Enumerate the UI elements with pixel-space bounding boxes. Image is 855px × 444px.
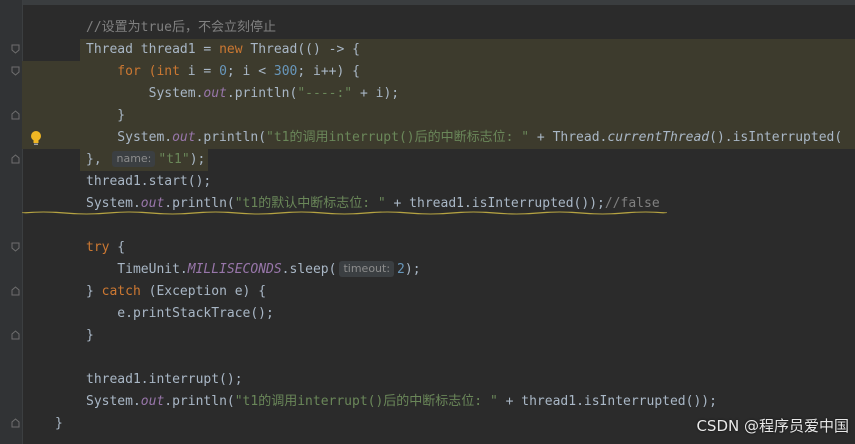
code-token: System.: [86, 394, 141, 409]
code-token: "t1的调用interrupt()后的中断标志位: ": [266, 130, 530, 145]
code-token: }: [86, 108, 126, 123]
code-token: new: [219, 42, 243, 57]
code-line[interactable]: //设置为true后，不会立刻停止: [86, 17, 276, 39]
code-token: //false: [604, 196, 660, 211]
code-token: },: [86, 152, 110, 167]
code-line[interactable]: System.out.println("t1的调用interrupt()后的中断…: [86, 127, 842, 149]
fold-marker-icon[interactable]: [11, 418, 20, 428]
code-token: }: [86, 284, 102, 299]
parameter-hint: name:: [112, 151, 156, 167]
code-token: + thread1.isInterrupted());: [385, 196, 605, 211]
code-token: ; i++) {: [297, 64, 360, 79]
code-line[interactable]: thread1.start();: [86, 171, 211, 193]
code-token: .println(: [164, 394, 235, 409]
fold-marker-icon[interactable]: [11, 286, 20, 296]
code-token: "t1": [158, 152, 190, 167]
code-token: e.printStackTrace();: [86, 306, 274, 321]
fold-marker-icon[interactable]: [11, 242, 20, 252]
code-token: catch: [101, 284, 141, 299]
code-token: "t1的调用interrupt()后的中断标志位: ": [234, 394, 498, 409]
code-token: + i);: [352, 86, 400, 101]
fold-marker-icon[interactable]: [11, 44, 20, 54]
code-token: (Exception e) {: [140, 284, 267, 299]
code-line[interactable]: } catch (Exception e) {: [86, 281, 266, 303]
code-editor[interactable]: //设置为true后，不会立刻停止 Thread thread1 = new Th…: [0, 0, 855, 444]
editor-top-strip: [0, 0, 855, 5]
code-token: "----:": [297, 86, 353, 101]
code-token: TimeUnit.: [86, 262, 188, 277]
code-line[interactable]: System.out.println("----:" + i);: [86, 83, 400, 105]
code-token: out: [140, 196, 165, 211]
code-line[interactable]: }, name: "t1");: [86, 149, 205, 171]
code-token: out: [172, 130, 196, 145]
code-token: .sleep(: [281, 262, 337, 277]
lightbulb-icon[interactable]: [29, 130, 43, 146]
code-token: try: [86, 240, 110, 255]
code-token: MILLISECONDS: [187, 262, 282, 277]
code-token: ().isInterrupted(: [709, 130, 843, 145]
code-token: Thread thread1 =: [86, 42, 220, 57]
code-token: .println(: [164, 196, 235, 211]
closing-brace: }: [55, 416, 63, 431]
warning-squiggle: [22, 211, 667, 215]
code-token: );: [189, 152, 206, 167]
parameter-hint: timeout:: [339, 261, 395, 277]
code-token: currentThread: [607, 130, 710, 145]
code-line[interactable]: for (int i = 0; i < 300; i++) {: [86, 61, 360, 83]
code-token: }: [86, 328, 94, 343]
fold-marker-icon[interactable]: [11, 330, 20, 340]
code-token: .println(: [195, 130, 267, 145]
code-token: out: [140, 394, 165, 409]
code-token: for (: [86, 64, 157, 79]
code-token: ; i <: [226, 64, 274, 79]
code-token: );: [404, 262, 421, 277]
code-token: + thread1.isInterrupted());: [497, 394, 717, 409]
code-token: //设置为true后，不会立刻停止: [86, 20, 276, 35]
code-token: + Thread.: [529, 130, 608, 145]
code-line[interactable]: Thread thread1 = new Thread(() -> {: [86, 39, 360, 61]
code-token: 2: [397, 262, 405, 277]
watermark: CSDN @程序员爱中国: [696, 417, 849, 435]
code-token: out: [203, 86, 227, 101]
code-line[interactable]: try {: [86, 237, 125, 259]
code-token: int: [156, 64, 188, 79]
code-token: Thread(() -> {: [242, 42, 360, 57]
code-line[interactable]: thread1.interrupt();: [86, 369, 243, 391]
fold-marker-icon[interactable]: [11, 154, 20, 164]
code-token: 0: [219, 64, 227, 79]
code-line[interactable]: System.out.println("t1的调用interrupt()后的中断…: [86, 391, 717, 413]
code-token: thread1.interrupt();: [86, 372, 243, 387]
code-token: System.: [86, 130, 173, 145]
code-token: i =: [187, 64, 220, 79]
code-token: thread1.start();: [86, 174, 212, 189]
code-line[interactable]: }: [86, 325, 94, 347]
code-line[interactable]: TimeUnit.MILLISECONDS.sleep(timeout: 2);: [86, 259, 421, 281]
code-token: System.: [86, 196, 141, 211]
code-line[interactable]: e.printStackTrace();: [86, 303, 274, 325]
fold-marker-icon[interactable]: [11, 66, 20, 76]
code-token: 300: [273, 64, 298, 79]
code-line[interactable]: }: [86, 105, 125, 127]
code-token: .println(: [226, 86, 298, 101]
code-token: "t1的默认中断标志位: ": [234, 196, 386, 211]
code-token: {: [109, 240, 126, 255]
code-token: System.: [86, 86, 204, 101]
fold-marker-icon[interactable]: [11, 110, 20, 120]
